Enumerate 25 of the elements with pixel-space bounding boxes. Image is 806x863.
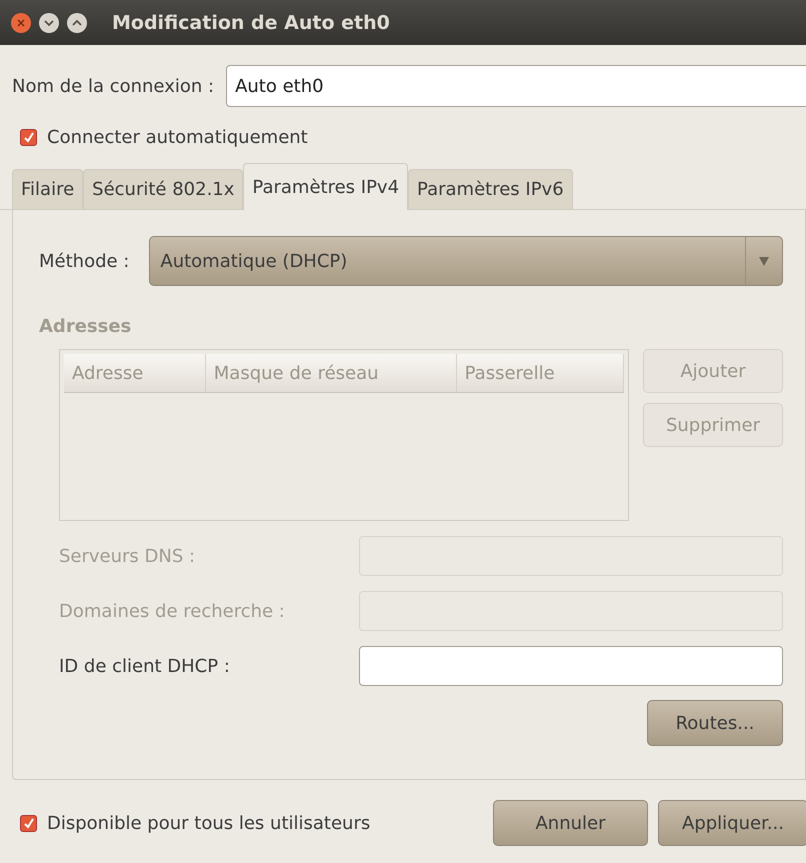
tab[interactable]: Paramètres IPv4 xyxy=(243,163,408,210)
checkbox-label: Connecter automatiquement xyxy=(47,127,308,148)
tab[interactable]: Paramètres IPv6 xyxy=(408,169,573,209)
checkbox[interactable] xyxy=(20,814,37,832)
field-label: Serveurs DNS : xyxy=(59,546,196,566)
close-icon[interactable] xyxy=(10,12,32,34)
input-field[interactable] xyxy=(359,646,783,686)
tab[interactable]: Sécurité 802.1x xyxy=(83,169,244,209)
routes-button[interactable]: Routes... xyxy=(647,700,783,746)
checkbox[interactable] xyxy=(20,129,37,146)
checkbox-label: Disponible pour tous les utilisateurs xyxy=(47,812,370,834)
connection-name-label: Nom de la connexion : xyxy=(12,76,214,96)
dropdown-arrow-icon xyxy=(759,256,769,266)
field-label: ID de client DHCP : xyxy=(59,656,231,676)
minimize-icon[interactable] xyxy=(38,12,60,34)
addresses-heading: Adresses xyxy=(39,316,132,337)
connection-name-field[interactable]: Auto eth0 xyxy=(226,65,806,107)
tab[interactable]: Filaire xyxy=(12,169,84,209)
method-label: Méthode : xyxy=(39,250,130,272)
field-label: Domaines de recherche : xyxy=(59,600,286,622)
method-dropdown[interactable]: Automatique (DHCP) xyxy=(149,236,783,286)
maximize-icon[interactable] xyxy=(66,12,88,34)
cancel-button[interactable]: Annuler xyxy=(493,800,648,846)
window-title: Modification de Auto eth0 xyxy=(112,12,390,34)
apply-button[interactable]: Appliquer... xyxy=(658,800,806,846)
